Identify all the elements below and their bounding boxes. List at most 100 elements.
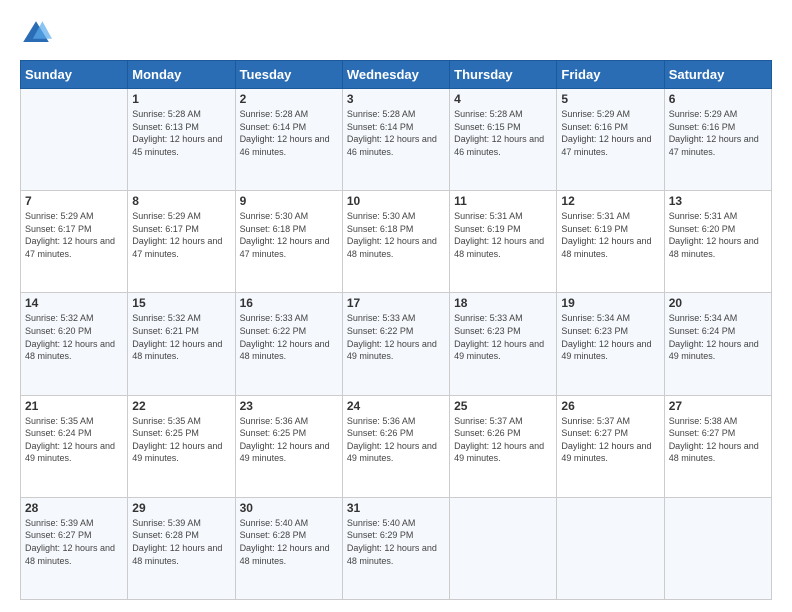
- calendar-cell: 6Sunrise: 5:29 AMSunset: 6:16 PMDaylight…: [664, 89, 771, 191]
- day-info: Sunrise: 5:30 AMSunset: 6:18 PMDaylight:…: [347, 210, 445, 260]
- day-info: Sunrise: 5:40 AMSunset: 6:29 PMDaylight:…: [347, 517, 445, 567]
- day-number: 19: [561, 296, 659, 310]
- day-info: Sunrise: 5:33 AMSunset: 6:23 PMDaylight:…: [454, 312, 552, 362]
- day-info: Sunrise: 5:29 AMSunset: 6:17 PMDaylight:…: [132, 210, 230, 260]
- weekday-header-tuesday: Tuesday: [235, 61, 342, 89]
- header: [20, 18, 772, 50]
- day-number: 4: [454, 92, 552, 106]
- day-number: 25: [454, 399, 552, 413]
- day-info: Sunrise: 5:31 AMSunset: 6:19 PMDaylight:…: [454, 210, 552, 260]
- day-info: Sunrise: 5:29 AMSunset: 6:16 PMDaylight:…: [561, 108, 659, 158]
- calendar-cell: [557, 497, 664, 599]
- day-info: Sunrise: 5:35 AMSunset: 6:25 PMDaylight:…: [132, 415, 230, 465]
- day-number: 27: [669, 399, 767, 413]
- calendar-cell: 25 Sunrise: 5:37 AMSunset: 6:26 PMDayligh…: [450, 395, 557, 497]
- day-info: Sunrise: 5:31 AMSunset: 6:20 PMDaylight:…: [669, 210, 767, 260]
- week-row-4: 21 Sunrise: 5:35 AMSunset: 6:24 PMDayligh…: [21, 395, 772, 497]
- calendar-cell: 12 Sunrise: 5:31 AMSunset: 6:19 PMDayligh…: [557, 191, 664, 293]
- day-number: 23: [240, 399, 338, 413]
- calendar-cell: 8 Sunrise: 5:29 AMSunset: 6:17 PMDaylight…: [128, 191, 235, 293]
- day-info: Sunrise: 5:38 AMSunset: 6:27 PMDaylight:…: [669, 415, 767, 465]
- day-number: 15: [132, 296, 230, 310]
- weekday-header-friday: Friday: [557, 61, 664, 89]
- day-info: Sunrise: 5:31 AMSunset: 6:19 PMDaylight:…: [561, 210, 659, 260]
- day-info: Sunrise: 5:33 AMSunset: 6:22 PMDaylight:…: [240, 312, 338, 362]
- calendar-cell: 2 Sunrise: 5:28 AMSunset: 6:14 PMDaylight…: [235, 89, 342, 191]
- day-info: Sunrise: 5:39 AMSunset: 6:27 PMDaylight:…: [25, 517, 123, 567]
- day-number: 12: [561, 194, 659, 208]
- day-number: 29: [132, 501, 230, 515]
- day-number: 24: [347, 399, 445, 413]
- calendar-cell: 3 Sunrise: 5:28 AMSunset: 6:14 PMDaylight…: [342, 89, 449, 191]
- weekday-header-sunday: Sunday: [21, 61, 128, 89]
- calendar-cell: 19 Sunrise: 5:34 AMSunset: 6:23 PMDayligh…: [557, 293, 664, 395]
- calendar-table: SundayMondayTuesdayWednesdayThursdayFrid…: [20, 60, 772, 600]
- day-number: 2: [240, 92, 338, 106]
- day-info: Sunrise: 5:34 AMSunset: 6:24 PMDaylight:…: [669, 312, 767, 362]
- calendar-cell: 17Sunrise: 5:33 AMSunset: 6:22 PMDayligh…: [342, 293, 449, 395]
- day-number: 20: [669, 296, 767, 310]
- weekday-header-monday: Monday: [128, 61, 235, 89]
- day-number: 17: [347, 296, 445, 310]
- calendar-cell: 11 Sunrise: 5:31 AMSunset: 6:19 PMDayligh…: [450, 191, 557, 293]
- calendar-cell: 27 Sunrise: 5:38 AMSunset: 6:27 PMDayligh…: [664, 395, 771, 497]
- calendar-cell: 20 Sunrise: 5:34 AMSunset: 6:24 PMDayligh…: [664, 293, 771, 395]
- week-row-1: 1Sunrise: 5:28 AMSunset: 6:13 PMDaylight…: [21, 89, 772, 191]
- day-info: Sunrise: 5:29 AMSunset: 6:16 PMDaylight:…: [669, 108, 767, 158]
- day-number: 13: [669, 194, 767, 208]
- day-info: Sunrise: 5:28 AMSunset: 6:14 PMDaylight:…: [347, 108, 445, 158]
- day-number: 3: [347, 92, 445, 106]
- day-number: 14: [25, 296, 123, 310]
- weekday-header-saturday: Saturday: [664, 61, 771, 89]
- day-number: 18: [454, 296, 552, 310]
- calendar-cell: 16Sunrise: 5:33 AMSunset: 6:22 PMDayligh…: [235, 293, 342, 395]
- day-info: Sunrise: 5:28 AMSunset: 6:15 PMDaylight:…: [454, 108, 552, 158]
- calendar-cell: [450, 497, 557, 599]
- day-number: 21: [25, 399, 123, 413]
- calendar-cell: 10Sunrise: 5:30 AMSunset: 6:18 PMDayligh…: [342, 191, 449, 293]
- calendar-cell: 15 Sunrise: 5:32 AMSunset: 6:21 PMDayligh…: [128, 293, 235, 395]
- week-row-2: 7Sunrise: 5:29 AMSunset: 6:17 PMDaylight…: [21, 191, 772, 293]
- day-info: Sunrise: 5:37 AMSunset: 6:27 PMDaylight:…: [561, 415, 659, 465]
- calendar-cell: 26 Sunrise: 5:37 AMSunset: 6:27 PMDayligh…: [557, 395, 664, 497]
- calendar-cell: 7Sunrise: 5:29 AMSunset: 6:17 PMDaylight…: [21, 191, 128, 293]
- day-info: Sunrise: 5:32 AMSunset: 6:21 PMDaylight:…: [132, 312, 230, 362]
- calendar-cell: 28 Sunrise: 5:39 AMSunset: 6:27 PMDayligh…: [21, 497, 128, 599]
- day-info: Sunrise: 5:39 AMSunset: 6:28 PMDaylight:…: [132, 517, 230, 567]
- day-number: 5: [561, 92, 659, 106]
- day-number: 9: [240, 194, 338, 208]
- day-info: Sunrise: 5:29 AMSunset: 6:17 PMDaylight:…: [25, 210, 123, 260]
- calendar-cell: 13 Sunrise: 5:31 AMSunset: 6:20 PMDayligh…: [664, 191, 771, 293]
- week-row-5: 28 Sunrise: 5:39 AMSunset: 6:27 PMDayligh…: [21, 497, 772, 599]
- day-info: Sunrise: 5:37 AMSunset: 6:26 PMDaylight:…: [454, 415, 552, 465]
- calendar-cell: 21 Sunrise: 5:35 AMSunset: 6:24 PMDayligh…: [21, 395, 128, 497]
- day-info: Sunrise: 5:35 AMSunset: 6:24 PMDaylight:…: [25, 415, 123, 465]
- calendar-cell: 14 Sunrise: 5:32 AMSunset: 6:20 PMDayligh…: [21, 293, 128, 395]
- calendar-cell: 22 Sunrise: 5:35 AMSunset: 6:25 PMDayligh…: [128, 395, 235, 497]
- day-number: 11: [454, 194, 552, 208]
- day-number: 1: [132, 92, 230, 106]
- day-info: Sunrise: 5:34 AMSunset: 6:23 PMDaylight:…: [561, 312, 659, 362]
- day-info: Sunrise: 5:36 AMSunset: 6:25 PMDaylight:…: [240, 415, 338, 465]
- day-info: Sunrise: 5:32 AMSunset: 6:20 PMDaylight:…: [25, 312, 123, 362]
- day-number: 28: [25, 501, 123, 515]
- day-info: Sunrise: 5:40 AMSunset: 6:28 PMDaylight:…: [240, 517, 338, 567]
- day-number: 26: [561, 399, 659, 413]
- calendar-cell: [21, 89, 128, 191]
- calendar-cell: [664, 497, 771, 599]
- weekday-header-thursday: Thursday: [450, 61, 557, 89]
- calendar-cell: 18 Sunrise: 5:33 AMSunset: 6:23 PMDayligh…: [450, 293, 557, 395]
- day-info: Sunrise: 5:30 AMSunset: 6:18 PMDaylight:…: [240, 210, 338, 260]
- calendar-cell: 23 Sunrise: 5:36 AMSunset: 6:25 PMDayligh…: [235, 395, 342, 497]
- day-number: 8: [132, 194, 230, 208]
- calendar-cell: 5 Sunrise: 5:29 AMSunset: 6:16 PMDaylight…: [557, 89, 664, 191]
- logo: [20, 18, 56, 50]
- calendar-cell: 29 Sunrise: 5:39 AMSunset: 6:28 PMDayligh…: [128, 497, 235, 599]
- calendar-cell: 4 Sunrise: 5:28 AMSunset: 6:15 PMDaylight…: [450, 89, 557, 191]
- day-number: 30: [240, 501, 338, 515]
- day-info: Sunrise: 5:28 AMSunset: 6:14 PMDaylight:…: [240, 108, 338, 158]
- logo-icon: [20, 18, 52, 50]
- day-number: 22: [132, 399, 230, 413]
- calendar-cell: 30 Sunrise: 5:40 AMSunset: 6:28 PMDayligh…: [235, 497, 342, 599]
- day-number: 31: [347, 501, 445, 515]
